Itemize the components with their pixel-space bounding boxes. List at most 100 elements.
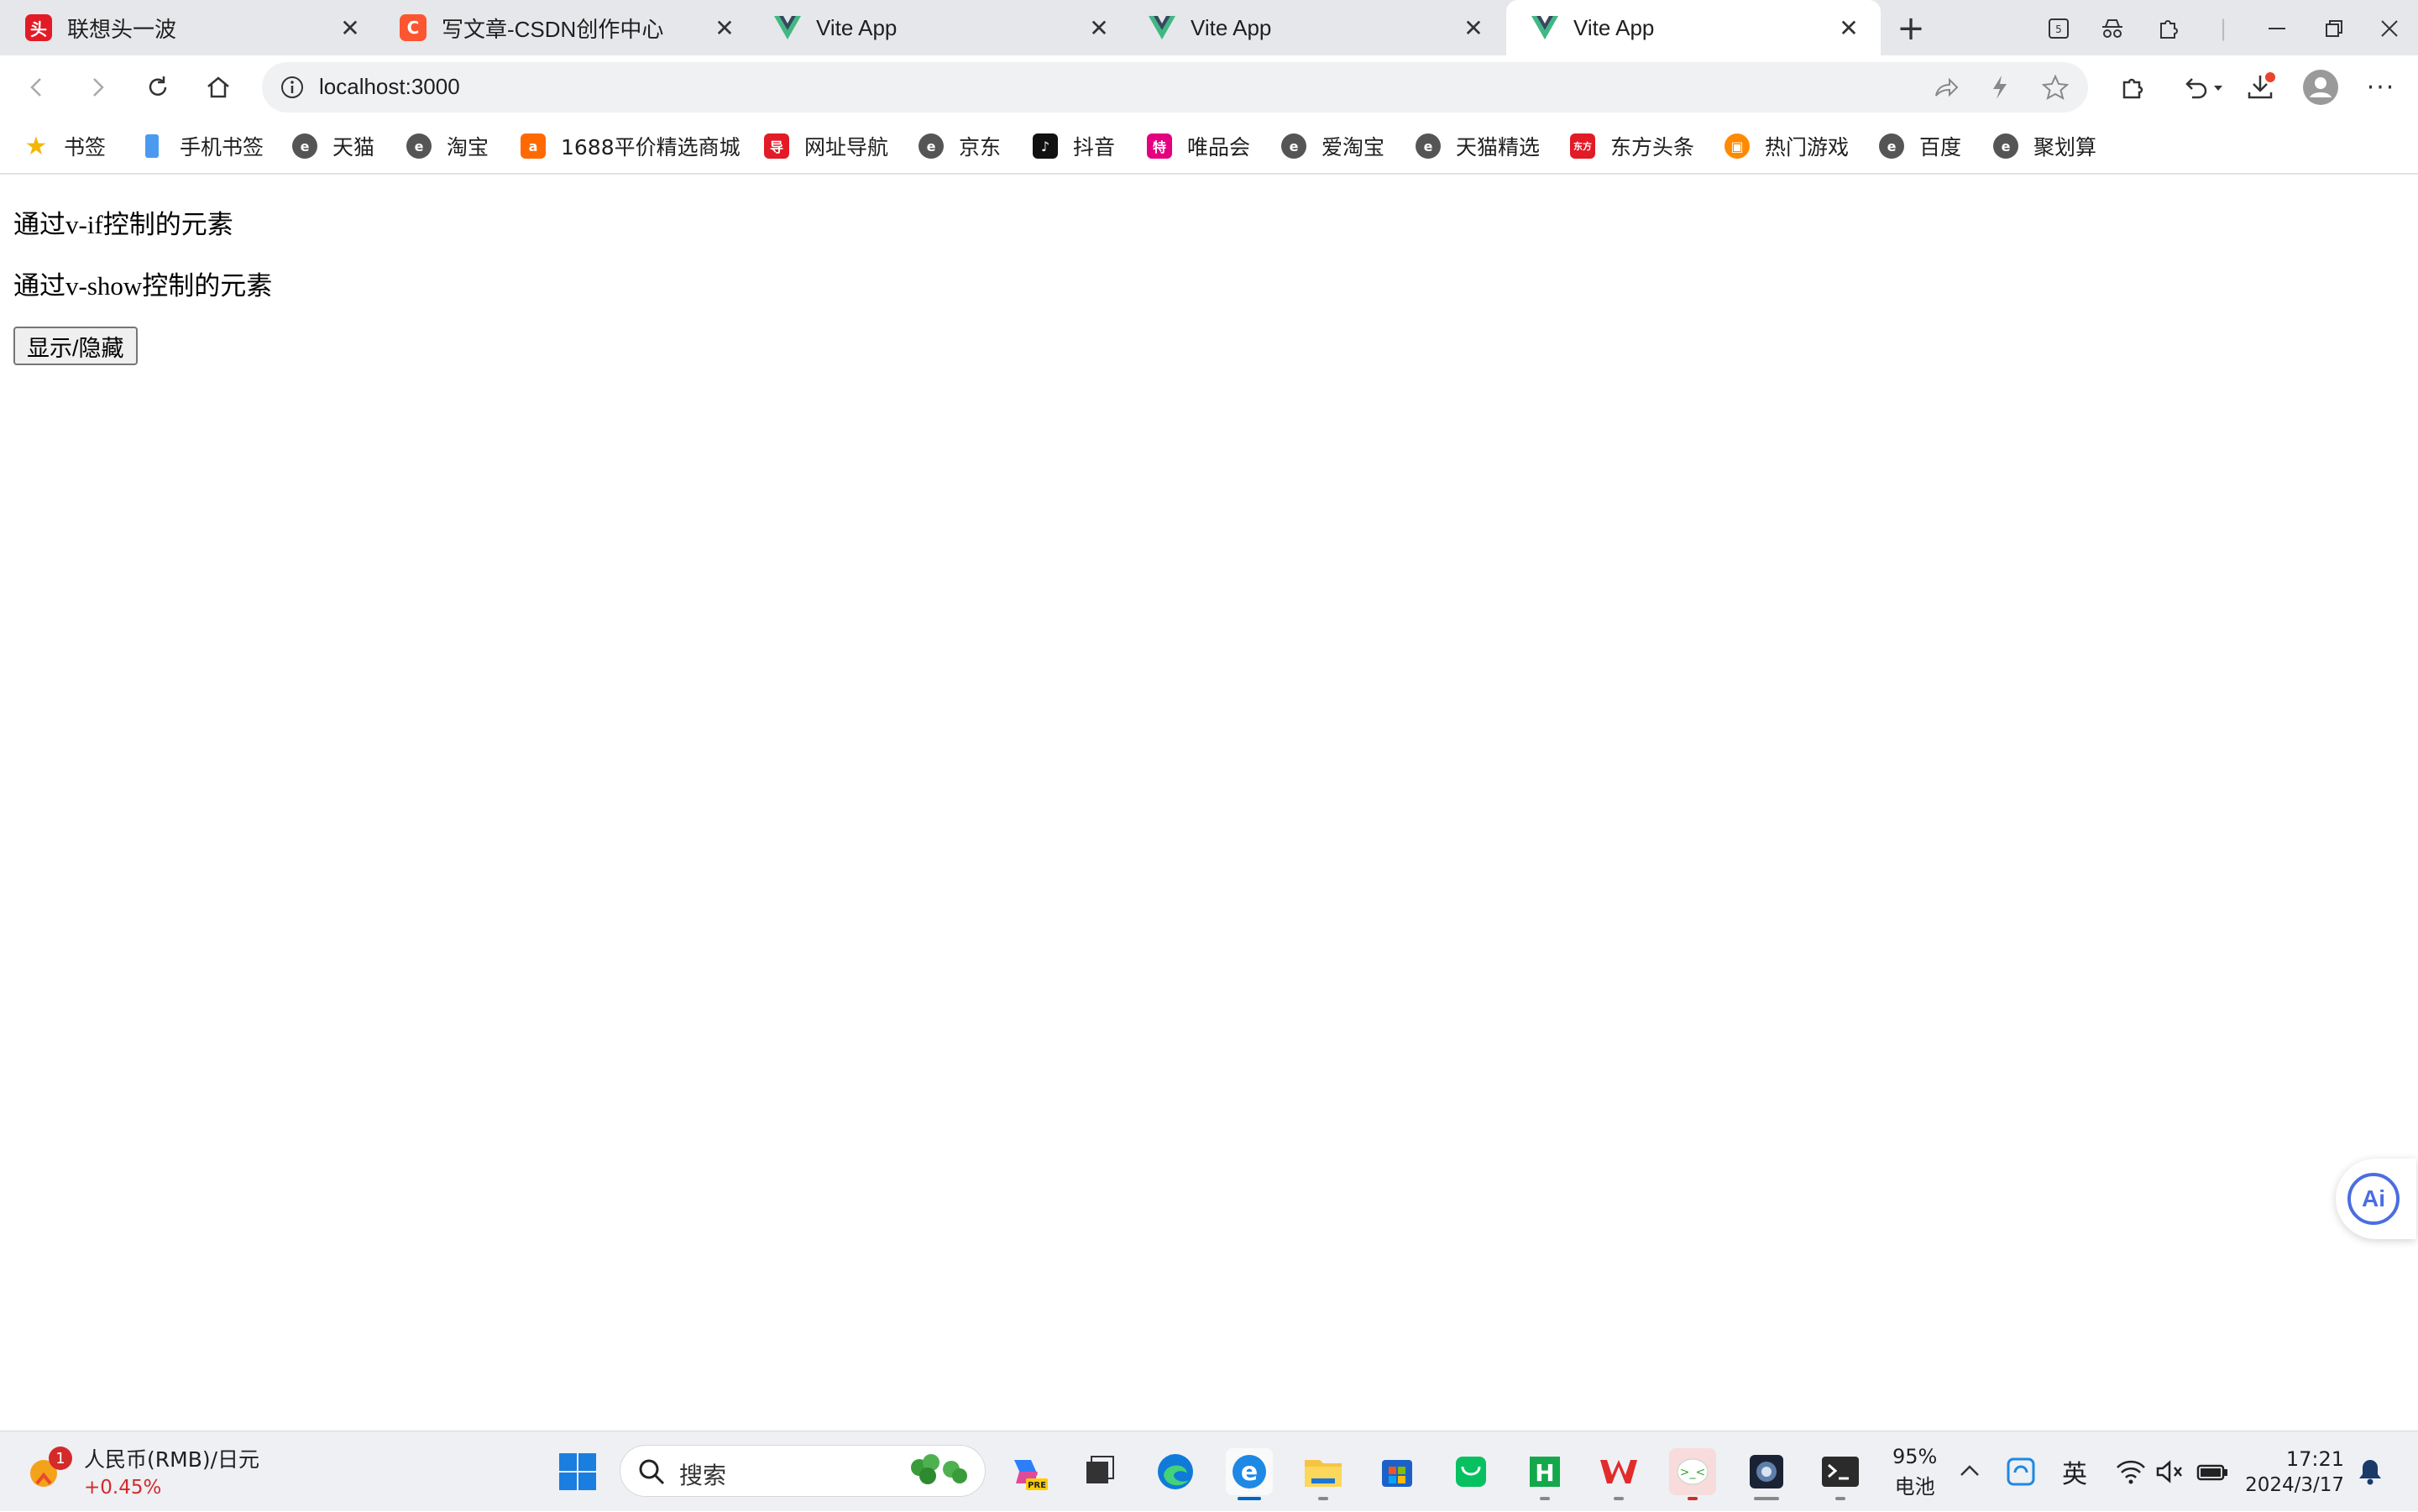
- close-icon[interactable]: ✕: [1460, 14, 1487, 42]
- close-icon[interactable]: ✕: [1835, 14, 1862, 42]
- game-app-icon[interactable]: [1743, 1448, 1790, 1500]
- currency-widget-icon[interactable]: 1: [25, 1447, 72, 1494]
- tab-vite-2[interactable]: Vite App ✕: [1123, 0, 1505, 55]
- tiktok-icon: ♪: [1033, 133, 1058, 159]
- bookmark-item[interactable]: e 京东: [919, 129, 1001, 163]
- ms-store-icon[interactable]: [1374, 1448, 1421, 1495]
- ime-indicator[interactable]: 英: [2062, 1431, 2087, 1512]
- bookmark-item[interactable]: 导网址导航: [764, 129, 888, 163]
- notification-badge: 1: [49, 1447, 72, 1470]
- taskbar-search[interactable]: 搜索: [620, 1445, 986, 1497]
- page-content: 通过v-if控制的元素 通过v-show控制的元素 显示/隐藏 Ai: [0, 176, 2418, 1431]
- currency-widget[interactable]: 人民币(RMB)/日元 +0.45%: [84, 1443, 259, 1499]
- bookmark-item[interactable]: e 爱淘宝: [1281, 129, 1384, 163]
- chevron-up-icon[interactable]: [1958, 1431, 1981, 1512]
- bookmark-item[interactable]: e 天猫: [292, 129, 374, 163]
- task-view-icon[interactable]: [1076, 1448, 1123, 1495]
- tab-favicon: C: [400, 14, 427, 41]
- bookmarks-bar: ★ 书签 手机书签 e 天猫 e 淘宝 a 1688平价精选商城 导网址导航 e 京东 ♪…: [0, 119, 2418, 175]
- chat-app-icon[interactable]: >_<: [1669, 1448, 1716, 1500]
- terminal-icon[interactable]: [1817, 1448, 1864, 1500]
- phone-icon: [139, 133, 165, 159]
- back-arrow-icon[interactable]: [17, 67, 57, 107]
- tab-vite-1[interactable]: Vite App ✕: [749, 0, 1131, 55]
- search-icon: [637, 1457, 666, 1489]
- volume-muted-icon[interactable]: [2154, 1431, 2185, 1512]
- bookmark-item[interactable]: ▣ 热门游戏: [1725, 129, 1849, 163]
- battery-label: 电池: [1894, 1474, 1935, 1499]
- bookmark-item[interactable]: a 1688平价精选商城: [521, 129, 741, 163]
- reload-icon[interactable]: [138, 67, 178, 107]
- bookmark-item[interactable]: 东方 东方头条: [1570, 129, 1694, 163]
- window-close-icon[interactable]: [2371, 10, 2408, 47]
- home-icon[interactable]: [198, 67, 238, 107]
- svg-text:>_<: >_<: [1680, 1466, 1705, 1479]
- bookmark-item[interactable]: ★ 书签: [24, 129, 106, 163]
- wechat-store-icon[interactable]: [1447, 1448, 1494, 1495]
- vif-element-text: 通过v-if控制的元素: [13, 210, 233, 239]
- copilot-icon[interactable]: PRE: [1004, 1448, 1051, 1495]
- download-icon[interactable]: [2240, 67, 2280, 107]
- extension-puzzle-icon[interactable]: [2149, 10, 2186, 47]
- windows-start-icon[interactable]: [554, 1448, 601, 1495]
- dftt-icon: 东方: [1570, 133, 1595, 159]
- tab-title: 写文章-CSDN创作中心: [442, 16, 664, 42]
- bookmark-item[interactable]: 手机书签: [139, 129, 264, 163]
- bookmark-item[interactable]: ♪ 抖音: [1033, 129, 1115, 163]
- wps-icon[interactable]: [1595, 1448, 1642, 1500]
- wifi-icon[interactable]: [2116, 1431, 2146, 1512]
- hbuilder-icon[interactable]: H: [1521, 1448, 1568, 1500]
- edge-icon[interactable]: [1152, 1448, 1199, 1495]
- split-screen-icon[interactable]: 5: [2040, 10, 2077, 47]
- incognito-icon[interactable]: [2094, 10, 2131, 47]
- close-icon[interactable]: ✕: [337, 14, 364, 42]
- globe-e-icon: e: [406, 133, 432, 159]
- ai-icon: Ai: [2347, 1173, 2400, 1225]
- new-tab-button[interactable]: +: [1892, 9, 1929, 48]
- battery-icon[interactable]: [2196, 1431, 2230, 1512]
- vue-icon: [774, 14, 801, 41]
- restore-icon[interactable]: [2316, 10, 2353, 47]
- bookmark-item[interactable]: 特唯品会: [1147, 129, 1250, 163]
- clover-icon: [903, 1451, 970, 1496]
- more-menu-icon[interactable]: ···: [2361, 67, 2401, 107]
- battery-status[interactable]: 95% 电池: [1892, 1431, 1937, 1512]
- clock[interactable]: 17:21 2024/3/17: [2245, 1431, 2344, 1512]
- close-icon[interactable]: ✕: [1086, 14, 1112, 42]
- notification-bell-icon[interactable]: [2358, 1431, 2383, 1512]
- url-text: localhost:3000: [319, 74, 460, 99]
- vip-icon: 特: [1147, 133, 1172, 159]
- address-bar[interactable]: localhost:3000: [262, 62, 2088, 112]
- tab-title: Vite App: [816, 14, 898, 40]
- windows-taskbar: 1 人民币(RMB)/日元 +0.45% 搜索 PRE e H >_< 95% …: [0, 1431, 2418, 1511]
- bookmark-item[interactable]: e 百度: [1879, 129, 1961, 163]
- globe-e-icon: e: [1993, 133, 2018, 159]
- tab-lenovo[interactable]: 头 联想头一波 ✕: [0, 0, 382, 55]
- search-placeholder: 搜索: [679, 1462, 727, 1489]
- vue-icon: [1149, 14, 1175, 41]
- toggle-visibility-button[interactable]: 显示/隐藏: [13, 327, 138, 365]
- clock-date: 2024/3/17: [2245, 1474, 2344, 1496]
- bookmark-item[interactable]: e 天猫精选: [1416, 129, 1540, 163]
- minimize-icon[interactable]: [2258, 10, 2295, 47]
- file-explorer-icon[interactable]: [1300, 1448, 1347, 1500]
- bookmark-item[interactable]: e 聚划算: [1993, 129, 2096, 163]
- extensions-icon[interactable]: [2112, 67, 2153, 107]
- share-icon[interactable]: [1933, 74, 1960, 101]
- close-icon[interactable]: ✕: [711, 14, 738, 42]
- ie-edge-active-icon[interactable]: e: [1226, 1448, 1273, 1500]
- tab-csdn[interactable]: C 写文章-CSDN创作中心 ✕: [374, 0, 756, 55]
- cloud-sync-icon[interactable]: [2007, 1431, 2035, 1512]
- undo-close-tab-icon[interactable]: [2176, 67, 2230, 107]
- bookmark-item[interactable]: e 淘宝: [406, 129, 489, 163]
- star-bookmark-icon[interactable]: [2042, 74, 2069, 101]
- site-info-icon[interactable]: [279, 74, 306, 101]
- tab-vite-3-active[interactable]: Vite App ✕: [1506, 0, 1881, 55]
- profile-avatar-icon[interactable]: [2300, 67, 2341, 107]
- globe-e-icon: e: [292, 133, 317, 159]
- vshow-element-text: 通过v-show控制的元素: [13, 271, 273, 301]
- forward-arrow-icon[interactable]: [77, 67, 118, 107]
- globe-e-icon: e: [1281, 133, 1306, 159]
- lightning-icon[interactable]: [1988, 74, 2012, 101]
- ai-assistant-button[interactable]: Ai: [2336, 1159, 2416, 1239]
